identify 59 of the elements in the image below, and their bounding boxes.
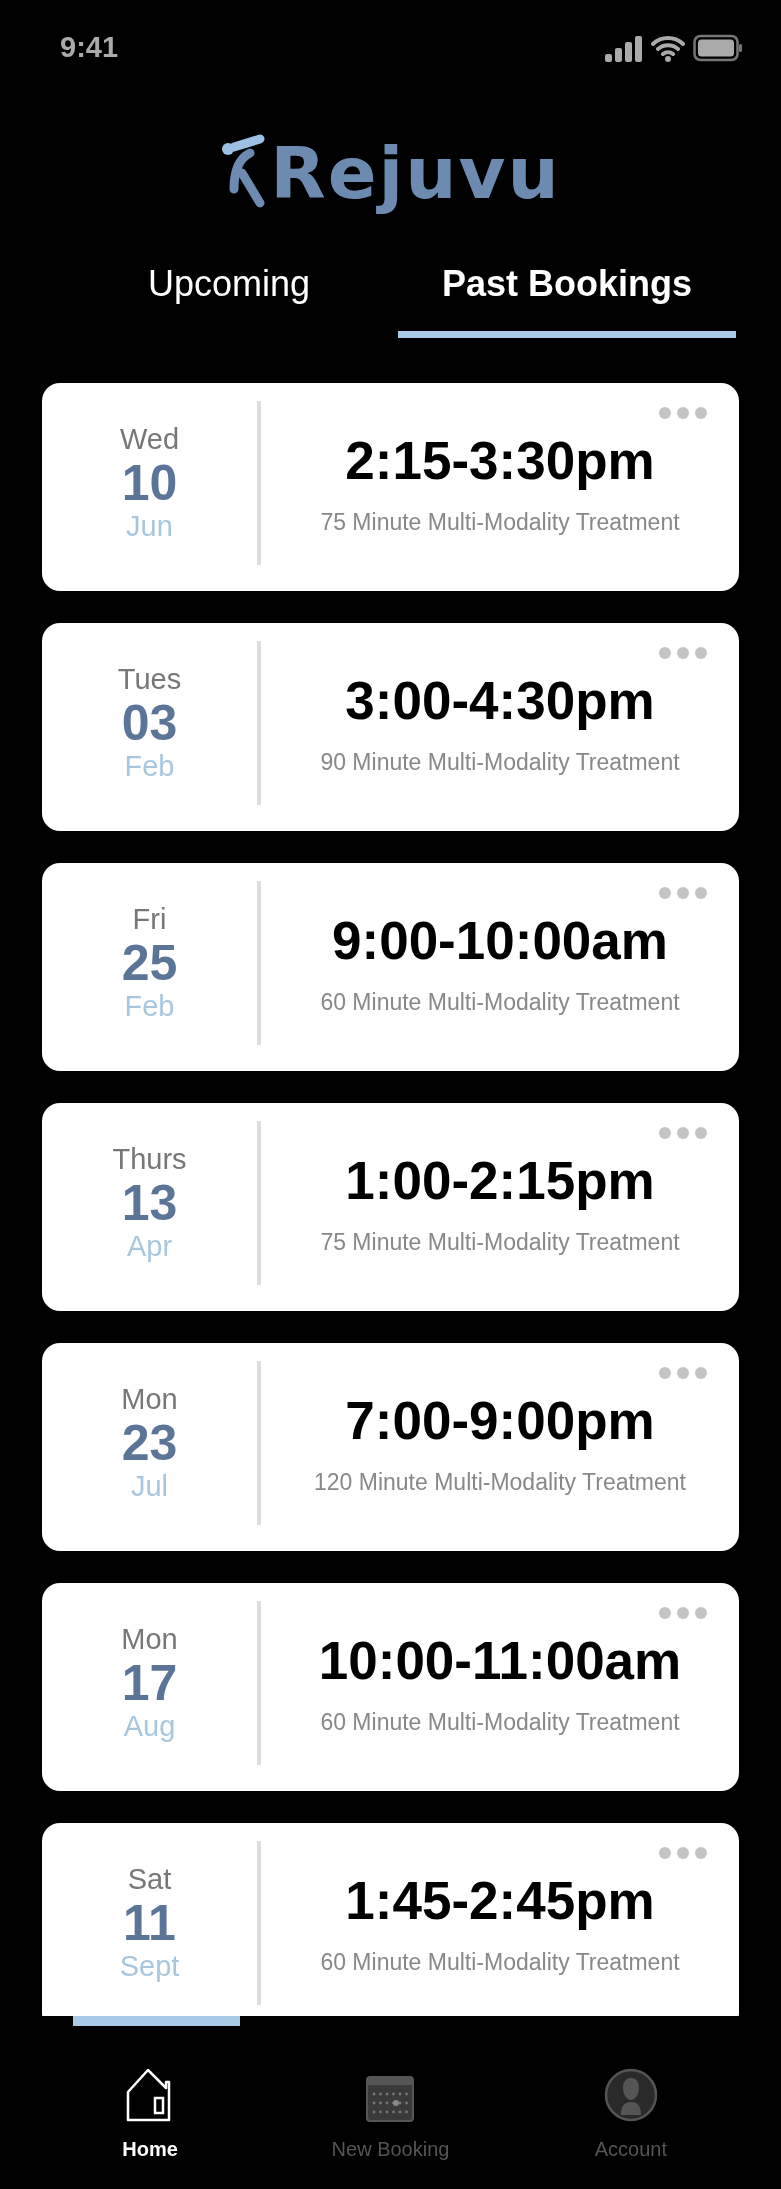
status-time: 9:41 (60, 31, 119, 64)
calendar-icon (366, 2076, 415, 2122)
logo-wordmark: Rejuvu (270, 130, 561, 215)
time-range: 10:00-11:00am (318, 1630, 682, 1691)
day-number: 03 (121, 695, 178, 751)
tab[interactable]: Upcoming (60, 250, 398, 338)
day-number: 25 (121, 935, 178, 991)
signal-icon (605, 33, 643, 62)
treatment-name: 75 Minute Multi-Modality Treatment (320, 1229, 680, 1256)
booking-card[interactable]: Wed 10 Jun 2:15-3:30pm 75 Minute Multi-Modality Treatment (42, 383, 739, 591)
account-icon (603, 2068, 658, 2122)
weekday: Wed (119, 423, 180, 456)
more-icon[interactable] (659, 647, 707, 659)
more-icon[interactable] (659, 1127, 707, 1139)
more-icon[interactable] (659, 1367, 707, 1379)
time-range: 7:00-9:00pm (345, 1390, 655, 1451)
weekday: Fri (132, 903, 167, 936)
booking-card[interactable]: Mon 17 Aug 10:00-11:00am 60 Minute Multi-Modality Treatment (42, 1583, 739, 1791)
more-icon[interactable] (659, 407, 707, 419)
time-range: 3:00-4:30pm (345, 670, 655, 731)
booking-card[interactable]: Mon 23 Jul 7:00-9:00pm 120 Minute Multi-Modality Treatment (42, 1343, 739, 1551)
month: Aug (123, 1710, 176, 1743)
tab[interactable]: Past Bookings (398, 250, 736, 338)
booking-card[interactable]: Thurs 13 Apr 1:00-2:15pm 75 Minute Multi-Modality Treatment (42, 1103, 739, 1311)
nav-item[interactable]: Home (40, 2068, 261, 2161)
time-range: 1:45-2:45pm (345, 1870, 655, 1931)
wifi-icon (651, 33, 685, 62)
more-icon[interactable] (659, 1607, 707, 1619)
weekday: Sat (127, 1863, 172, 1896)
time-range: 1:00-2:15pm (345, 1150, 655, 1211)
month: Jul (130, 1470, 169, 1503)
day-number: 10 (121, 455, 178, 511)
booking-card[interactable]: Sat 11 Sept 1:45-2:45pm 60 Minute Multi-Modality Treatment (42, 1823, 739, 2016)
month: Feb (124, 990, 175, 1023)
booking-card[interactable]: Tues 03 Feb 3:00-4:30pm 90 Minute Multi-Modality Treatment (42, 623, 739, 831)
time-range: 2:15-3:30pm (345, 430, 655, 491)
weekday: Mon (121, 1383, 178, 1416)
treatment-name: 120 Minute Multi-Modality Treatment (314, 1469, 686, 1496)
treatment-name: 60 Minute Multi-Modality Treatment (320, 1709, 680, 1736)
treatment-name: 90 Minute Multi-Modality Treatment (320, 749, 680, 776)
weekday: Thurs (112, 1143, 187, 1176)
treatment-name: 60 Minute Multi-Modality Treatment (320, 989, 680, 1016)
day-number: 17 (121, 1655, 178, 1711)
day-number: 11 (123, 1895, 176, 1951)
month: Sept (119, 1950, 180, 1983)
day-number: 13 (121, 1175, 178, 1231)
month: Apr (126, 1230, 173, 1263)
more-icon[interactable] (659, 1847, 707, 1859)
month: Jun (126, 510, 173, 543)
booking-card[interactable]: Fri 25 Feb 9:00-10:00am 60 Minute Multi-Modality Treatment (42, 863, 739, 1071)
more-icon[interactable] (659, 887, 707, 899)
battery-icon (693, 33, 743, 62)
month: Feb (124, 750, 175, 783)
treatment-name: 60 Minute Multi-Modality Treatment (320, 1949, 680, 1976)
weekday: Tues (117, 663, 182, 696)
time-range: 9:00-10:00am (332, 910, 668, 971)
day-number: 23 (121, 1415, 178, 1471)
weekday: Mon (121, 1623, 178, 1656)
treatment-name: 75 Minute Multi-Modality Treatment (320, 509, 680, 536)
